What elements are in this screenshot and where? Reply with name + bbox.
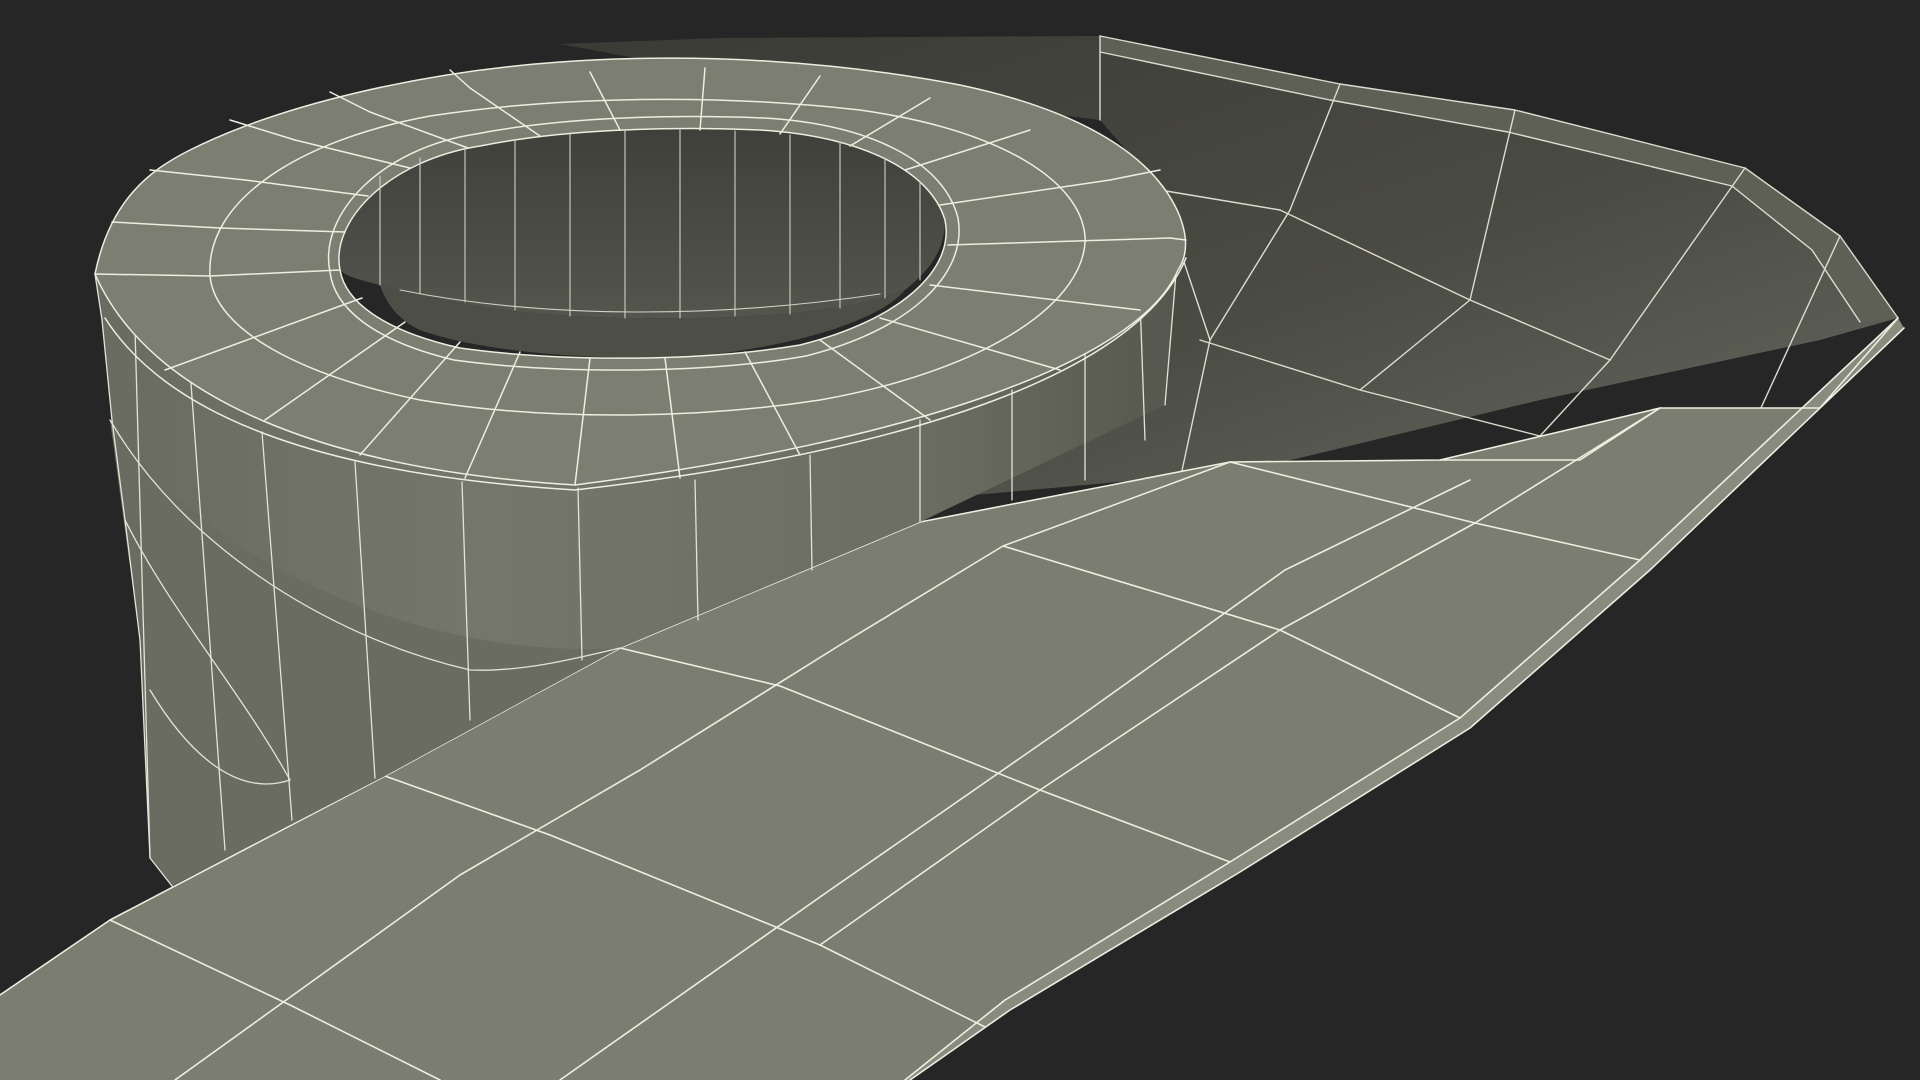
wireframe-scene	[0, 35, 1905, 1080]
render-viewport	[0, 0, 1920, 1080]
